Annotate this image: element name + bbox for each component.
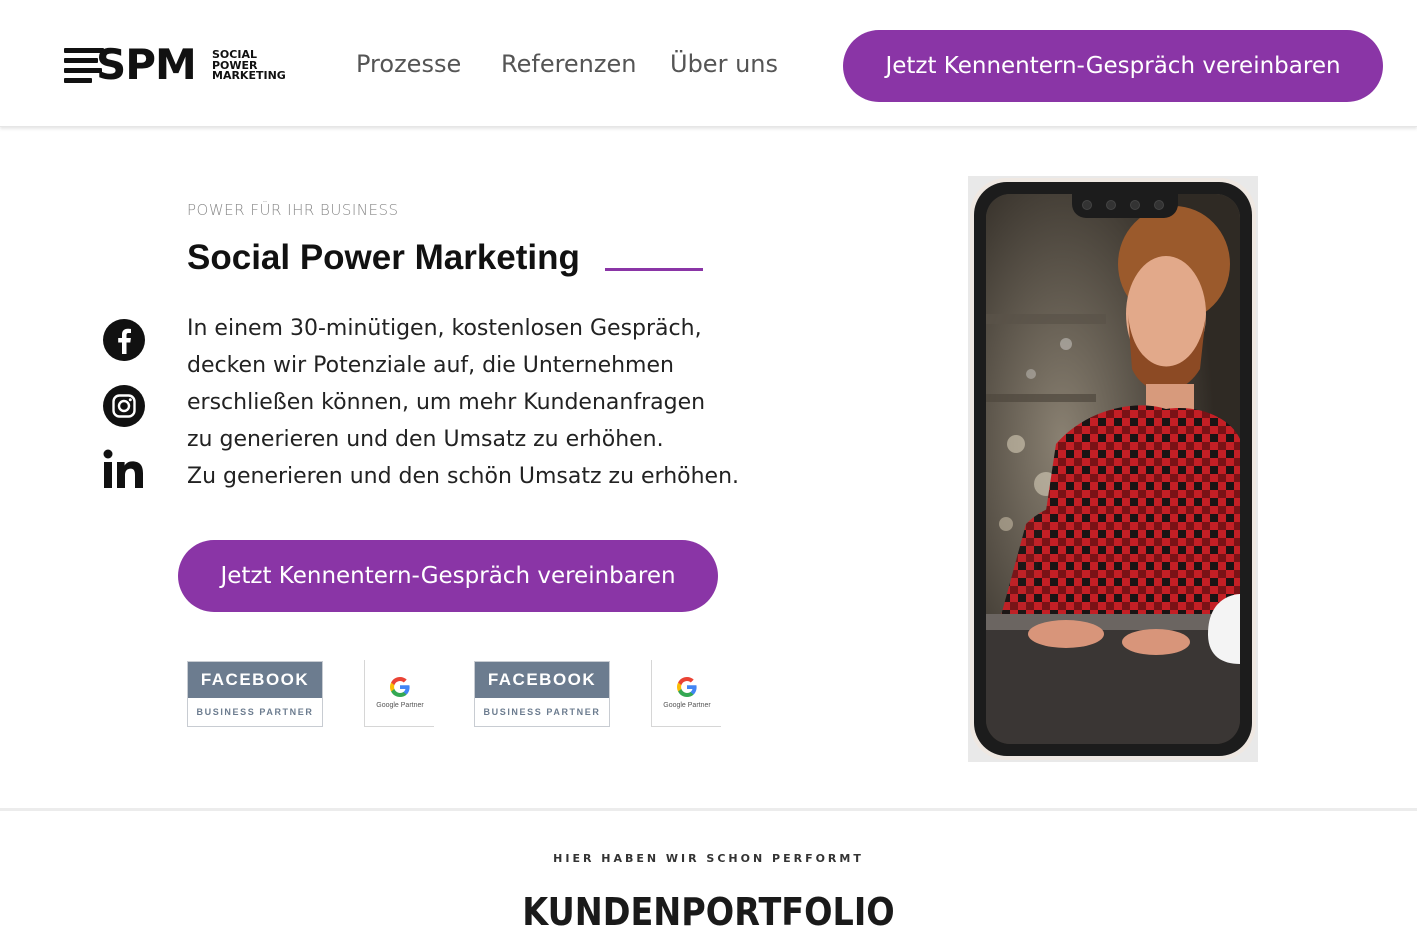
instagram-icon[interactable] xyxy=(102,384,146,428)
nav-link-prozesse[interactable]: Prozesse xyxy=(356,50,461,78)
portfolio-eyebrow: HIER HABEN WIR SCHON PERFORMT xyxy=(553,852,864,865)
section-divider xyxy=(0,808,1417,811)
google-partner-badge: Google Partner xyxy=(364,660,434,727)
google-partner-badge: Google Partner xyxy=(651,660,721,727)
spm-logo[interactable]: SPM SOCIAL POWER MARKETING xyxy=(64,42,304,88)
portfolio-title: KUNDENPORTFOLIO xyxy=(522,890,895,934)
hero-cta-button[interactable]: Jetzt Kennentern-Gespräch vereinbaren xyxy=(178,540,718,612)
google-icon xyxy=(677,677,697,697)
phone-mockup xyxy=(968,176,1258,762)
hero-photo-man-at-laptop xyxy=(986,194,1240,744)
logo-subtitle: SOCIAL POWER MARKETING xyxy=(212,48,286,82)
facebook-icon[interactable] xyxy=(102,318,146,362)
title-underline xyxy=(605,268,703,271)
hero-eyebrow: POWER FÜR IHR BUSINESS xyxy=(187,201,399,219)
google-icon xyxy=(390,677,410,697)
logo-mark: SPM xyxy=(96,40,197,89)
hero-title: Social Power Marketing xyxy=(187,238,580,277)
facebook-business-partner-badge: FACEBOOK BUSINESS PARTNER xyxy=(474,661,610,727)
linkedin-icon[interactable] xyxy=(102,448,146,492)
hero-description: In einem 30-minütigen, kostenlosen Gespr… xyxy=(187,316,740,489)
nav-link-referenzen[interactable]: Referenzen xyxy=(501,50,636,78)
phone-notch xyxy=(1072,194,1178,218)
facebook-business-partner-badge: FACEBOOK BUSINESS PARTNER xyxy=(187,661,323,727)
nav-link-ueber-uns[interactable]: Über uns xyxy=(670,50,778,78)
site-header: SPM SOCIAL POWER MARKETING Prozesse Refe… xyxy=(0,0,1417,127)
header-cta-button[interactable]: Jetzt Kennentern-Gespräch vereinbaren xyxy=(843,30,1383,102)
